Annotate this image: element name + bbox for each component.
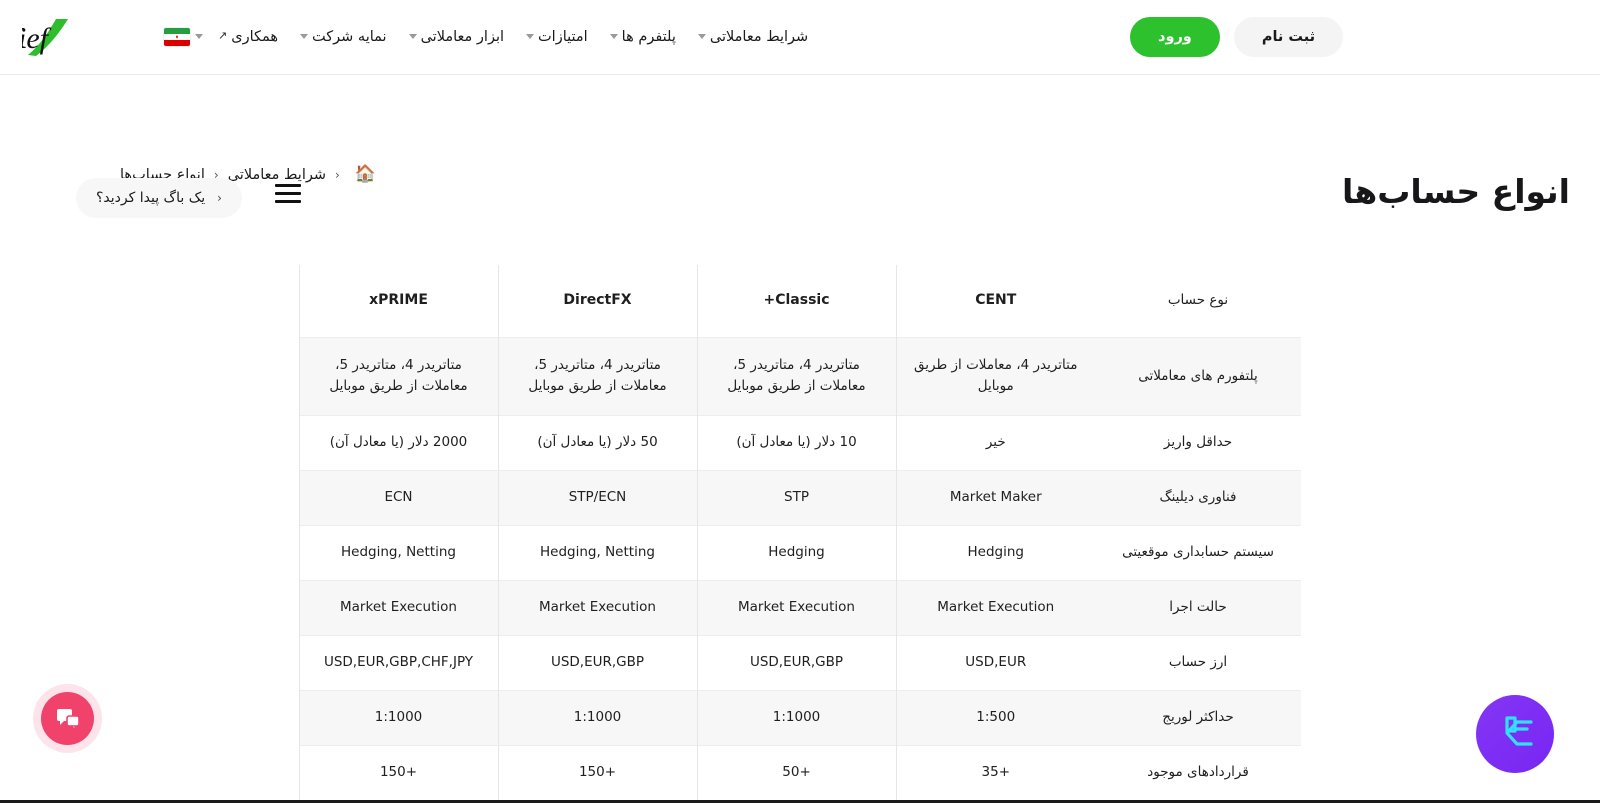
cell-cent: 1:500 xyxy=(895,690,1095,745)
cell-classic-plus: متاتریدر 4، متاتریدر 5، معاملات از طریق … xyxy=(696,337,896,415)
column-header-cent: CENT xyxy=(895,265,1095,337)
cell-directfx: متاتریدر 4، متاتریدر 5، معاملات از طریق … xyxy=(497,337,697,415)
site-logo[interactable]: X Chief xyxy=(22,15,140,59)
assistant-logo-icon xyxy=(1505,716,1533,746)
row-label: حالت اجرا xyxy=(1095,580,1301,635)
cell-directfx: Market Execution xyxy=(497,580,697,635)
chevron-down-icon xyxy=(526,34,535,39)
nav-item-partnership[interactable]: همکاری ↗ xyxy=(207,28,289,46)
auth-buttons: ورود ثبت نام xyxy=(1130,17,1344,57)
assistant-widget-button[interactable] xyxy=(1476,695,1554,773)
nav-label: نمایه شرکت xyxy=(312,29,387,45)
row-label: حداقل واریز xyxy=(1095,415,1301,470)
chevron-left-icon: ‹ xyxy=(217,191,222,205)
column-header-account-type: نوع حساب xyxy=(1095,265,1301,337)
chevron-down-icon xyxy=(697,34,706,39)
external-link-icon: ↗ xyxy=(218,28,228,42)
hamburger-line xyxy=(275,192,301,195)
cell-directfx: +150 xyxy=(497,745,697,800)
row-label: حداکثر لوریج xyxy=(1095,690,1301,745)
report-bug-label: یک باگ پیدا کردید؟ xyxy=(96,190,206,206)
cell-classic-plus: 10 دلار (یا معادل آن) xyxy=(696,415,896,470)
cell-directfx: USD,EUR,GBP xyxy=(497,635,697,690)
table-row: فناوری دیلینگ Market Maker STP STP/ECN E… xyxy=(298,470,1301,525)
table-row: قراردادهای موجود +35 +50 +150 +150 xyxy=(298,745,1301,800)
table-row: حالت اجرا Market Execution Market Execut… xyxy=(298,580,1301,635)
column-header-xprime: xPRIME xyxy=(298,265,498,337)
cell-directfx: STP/ECN xyxy=(497,470,697,525)
cell-xprime: متاتریدر 4، متاتریدر 5، معاملات از طریق … xyxy=(298,337,498,415)
cell-classic-plus: STP xyxy=(696,470,896,525)
nav-label: همکاری xyxy=(231,29,279,45)
chat-bubbles-icon xyxy=(56,708,80,731)
report-bug-button[interactable]: ‹ یک باگ پیدا کردید؟ xyxy=(76,178,242,218)
table-body: پلتفورم های معاملاتی متاتریدر 4، معاملات… xyxy=(298,337,1301,800)
nav-item-trading-conditions[interactable]: شرایط معاملاتی xyxy=(687,29,819,45)
cell-cent: Hedging xyxy=(895,525,1095,580)
cell-directfx: 50 دلار (یا معادل آن) xyxy=(497,415,697,470)
column-header-classic-plus: Classic+ xyxy=(696,265,896,337)
nav-label: پلتفرم ها xyxy=(621,29,676,45)
svg-text:Chief: Chief xyxy=(22,22,52,55)
chat-widget-button[interactable] xyxy=(41,692,94,745)
section-menu-toggle[interactable] xyxy=(275,184,301,204)
cell-classic-plus: USD,EUR,GBP xyxy=(696,635,896,690)
cell-cent: Market Maker xyxy=(895,470,1095,525)
table-header-row: نوع حساب CENT Classic+ DirectFX xPRIME xyxy=(298,265,1301,337)
nav-item-bonuses[interactable]: امتیازات xyxy=(515,29,599,45)
row-label: سیستم حسابداری موقعیتی xyxy=(1095,525,1301,580)
page-title: انواع حساب‌ها xyxy=(1342,172,1570,211)
account-types-table-wrapper: نوع حساب CENT Classic+ DirectFX xPRIME پ… xyxy=(298,265,1301,800)
cell-classic-plus: Hedging xyxy=(696,525,896,580)
table-row: حداقل واریز خیر 10 دلار (یا معادل آن) 50… xyxy=(298,415,1301,470)
chevron-down-icon xyxy=(195,34,203,39)
hamburger-line xyxy=(275,184,301,187)
cell-cent: +35 xyxy=(895,745,1095,800)
cell-xprime: ECN xyxy=(298,470,498,525)
table-row: سیستم حسابداری موقعیتی Hedging Hedging H… xyxy=(298,525,1301,580)
row-label: ارز حساب xyxy=(1095,635,1301,690)
main-navigation: شرایط معاملاتی پلتفرم ها امتیازات ابزار … xyxy=(207,28,819,46)
cell-directfx: Hedging, Netting xyxy=(497,525,697,580)
table-row: حداکثر لوریج 1:500 1:1000 1:1000 1:1000 xyxy=(298,690,1301,745)
cell-xprime: Market Execution xyxy=(298,580,498,635)
cell-directfx: 1:1000 xyxy=(497,690,697,745)
nav-label: ابزار معاملاتی xyxy=(420,29,505,45)
cell-xprime: +150 xyxy=(298,745,498,800)
page-title-row: انواع حساب‌ها ‹ یک باگ پیدا کردید؟ xyxy=(0,172,1600,232)
register-button[interactable]: ثبت نام xyxy=(1233,17,1344,57)
row-label: فناوری دیلینگ xyxy=(1095,470,1301,525)
cell-xprime: 1:1000 xyxy=(298,690,498,745)
cell-classic-plus: Market Execution xyxy=(696,580,896,635)
cell-xprime: 2000 دلار (یا معادل آن) xyxy=(298,415,498,470)
cell-classic-plus: 1:1000 xyxy=(696,690,896,745)
login-button[interactable]: ورود xyxy=(1130,17,1220,57)
nav-label: امتیازات xyxy=(538,29,588,45)
cell-cent: USD,EUR xyxy=(895,635,1095,690)
chevron-down-icon xyxy=(300,34,309,39)
table-row: ارز حساب USD,EUR USD,EUR,GBP USD,EUR,GBP… xyxy=(298,635,1301,690)
chevron-down-icon xyxy=(609,34,618,39)
nav-item-company-profile[interactable]: نمایه شرکت xyxy=(289,29,398,45)
cell-xprime: USD,EUR,GBP,CHF,JPY xyxy=(298,635,498,690)
chevron-down-icon xyxy=(408,34,417,39)
site-header: X Chief شرایط معاملاتی پلتفرم ها امتیازا… xyxy=(0,0,1600,75)
nav-item-trading-tools[interactable]: ابزار معاملاتی xyxy=(398,29,515,45)
iran-flag-icon xyxy=(164,28,190,46)
cell-cent: Market Execution xyxy=(895,580,1095,635)
nav-item-platforms[interactable]: پلتفرم ها xyxy=(599,29,687,45)
cell-cent: متاتریدر 4، معاملات از طریق موبایل xyxy=(895,337,1095,415)
account-types-table: نوع حساب CENT Classic+ DirectFX xPRIME پ… xyxy=(298,265,1301,800)
row-label: پلتفورم های معاملاتی xyxy=(1095,337,1301,415)
nav-label: شرایط معاملاتی xyxy=(709,29,809,45)
table-row: پلتفورم های معاملاتی متاتریدر 4، معاملات… xyxy=(298,337,1301,415)
table-head: نوع حساب CENT Classic+ DirectFX xPRIME xyxy=(298,265,1301,337)
cell-cent: خیر xyxy=(895,415,1095,470)
column-header-directfx: DirectFX xyxy=(497,265,697,337)
cell-classic-plus: +50 xyxy=(696,745,896,800)
cell-xprime: Hedging, Netting xyxy=(298,525,498,580)
row-label: قراردادهای موجود xyxy=(1095,745,1301,800)
hamburger-line xyxy=(275,200,301,203)
language-selector[interactable] xyxy=(164,28,207,46)
